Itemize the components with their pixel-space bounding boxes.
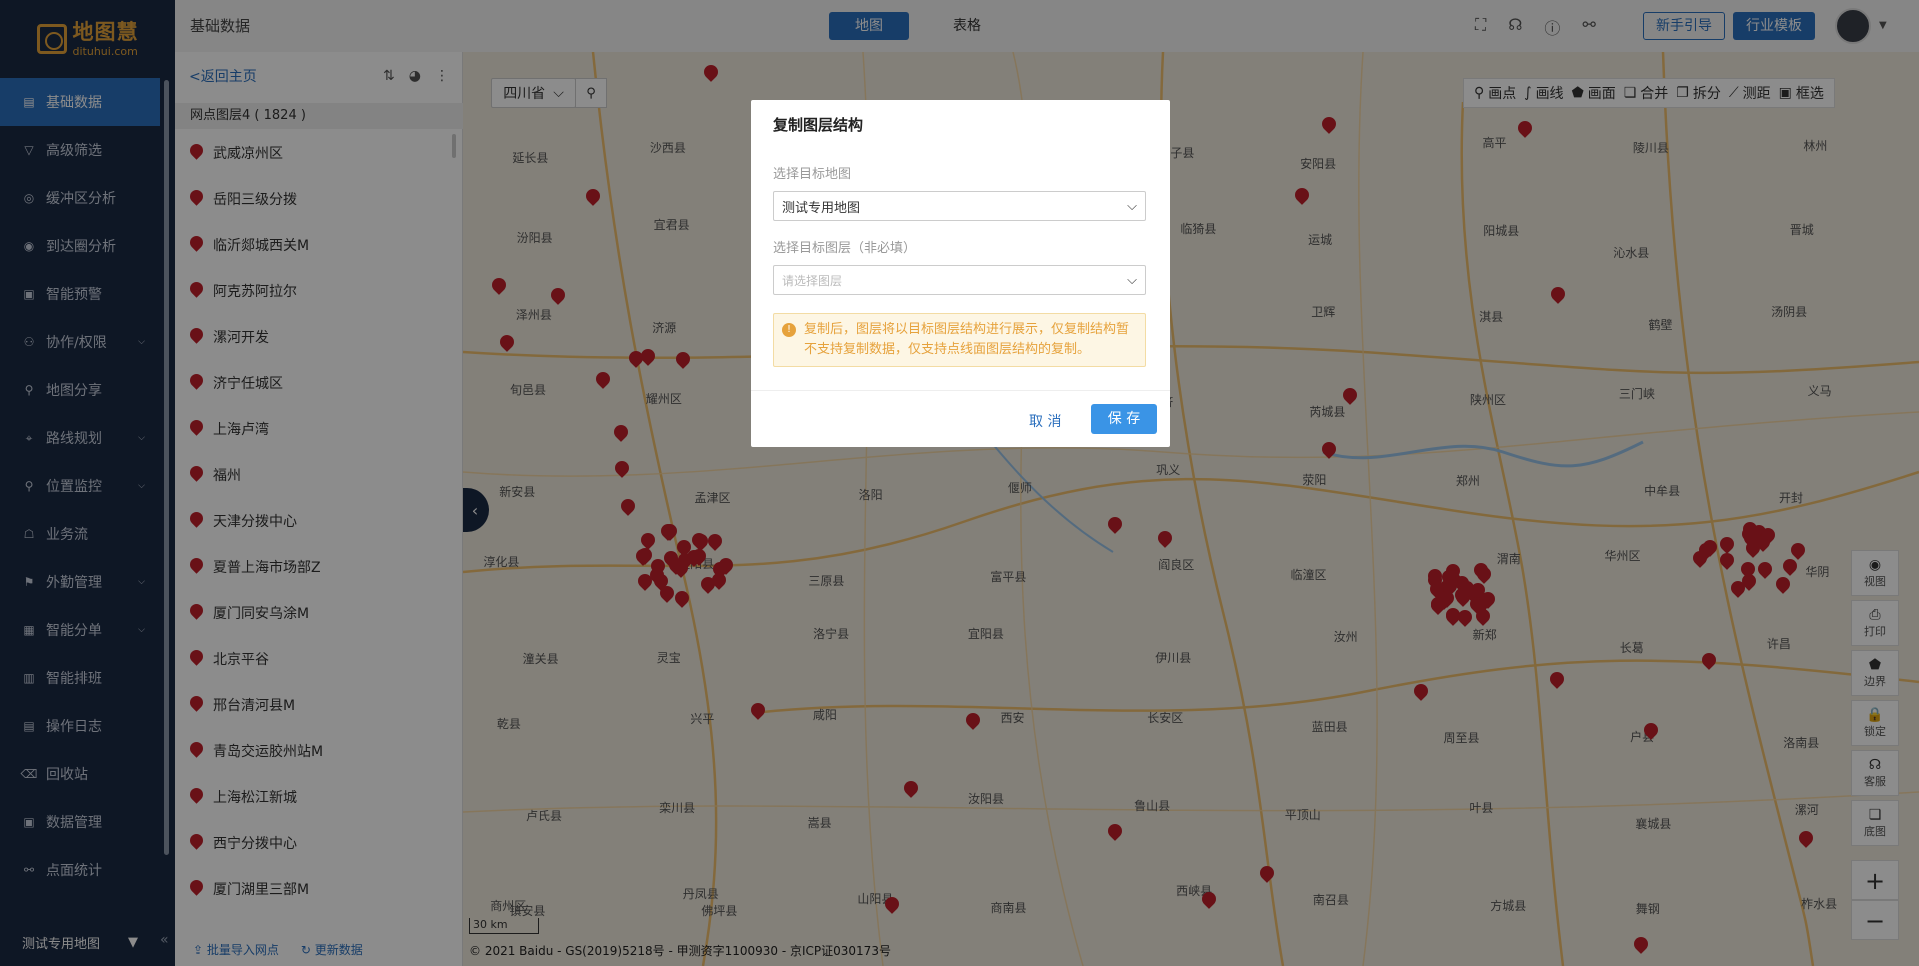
target-map-label: 选择目标地图 [773,167,852,182]
dialog-divider [751,390,1170,391]
target-layer-select[interactable]: 请选择图层 ⌵ [773,265,1146,295]
target-map-select[interactable]: 测试专用地图 ⌵ [773,191,1146,221]
dialog-title: 复制图层结构 [773,116,864,134]
save-button[interactable]: 保 存 [1091,404,1157,434]
cancel-button[interactable]: 取 消 [1029,411,1061,431]
copy-layer-dialog: 复制图层结构 选择目标地图 测试专用地图 ⌵ 选择目标图层（非必填） 请选择图层… [751,100,1170,447]
target-layer-label: 选择目标图层（非必填） [773,241,917,256]
target-layer-placeholder: 请选择图层 [782,273,843,288]
modal-overlay[interactable]: 复制图层结构 选择目标地图 测试专用地图 ⌵ 选择目标图层（非必填） 请选择图层… [0,0,1919,966]
chevron-down-icon: ⌵ [1127,198,1137,214]
warning-alert: ! 复制后，图层将以目标图层结构进行展示，仅复制结构暂不支持复制数据，仅支持点线… [773,313,1146,367]
chevron-down-icon: ⌵ [1127,272,1137,288]
target-map-value: 测试专用地图 [782,200,861,216]
warning-icon: ! [782,323,796,337]
warning-text: 复制后，图层将以目标图层结构进行展示，仅复制结构暂不支持复制数据，仅支持点线面图… [804,322,1130,357]
